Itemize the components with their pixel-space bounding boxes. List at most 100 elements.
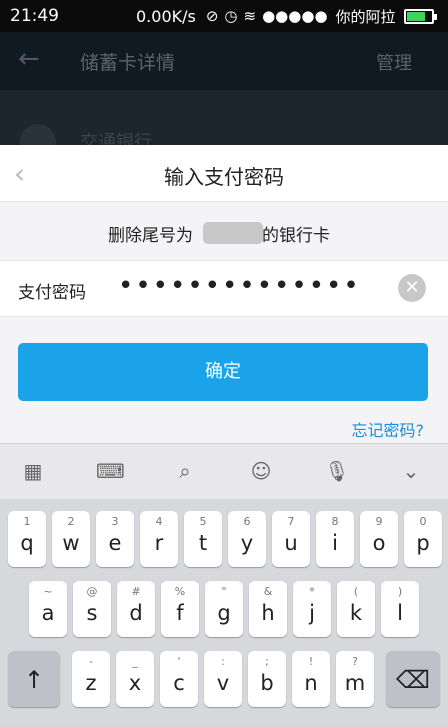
key-label: c — [173, 671, 185, 695]
key-label: m — [344, 671, 366, 695]
key-label: l — [397, 601, 403, 625]
key-secondary-label: 3 — [111, 515, 119, 528]
key-secondary-label: & — [263, 585, 273, 598]
key-b[interactable]: ; b — [248, 651, 286, 707]
masked-card-number — [203, 222, 263, 244]
key-secondary-label: " — [221, 585, 227, 598]
key-secondary-label: 7 — [287, 515, 295, 528]
key-label: p — [416, 531, 430, 555]
password-label: 支付密码 — [18, 283, 86, 303]
password-field[interactable]: 支付密码 •••••••••••••• ✕ — [0, 261, 448, 317]
key-f[interactable]: % f — [161, 581, 199, 637]
key-label: w — [62, 531, 80, 555]
key-u[interactable]: 7u — [272, 511, 310, 567]
status-bar: 21:49 0.00K/s ⊘ ◷ ≋ ●●●●● 你的阿拉 — [0, 0, 448, 32]
key-p[interactable]: 0p — [404, 511, 442, 567]
grid-icon[interactable]: ▦ — [20, 458, 46, 484]
key-secondary-label: @ — [86, 585, 98, 598]
key-label: q — [20, 531, 34, 555]
clear-icon[interactable]: ✕ — [398, 274, 426, 302]
key-label: u — [284, 531, 298, 555]
wifi-icon: ≋ — [243, 7, 257, 25]
key-label: ⌫ — [396, 666, 430, 694]
key-t[interactable]: 5t — [184, 511, 222, 567]
key-secondary-label: 2 — [67, 515, 75, 528]
key-secondary-label: 9 — [375, 515, 383, 528]
dialog-subtitle: 删除尾号为 的银行卡 — [0, 201, 448, 261]
key-label: f — [176, 601, 184, 625]
emoji-icon[interactable]: ☺ — [248, 458, 274, 484]
key-w[interactable]: 2w — [52, 511, 90, 567]
keyboard-icon[interactable]: ⌨ — [96, 458, 125, 484]
alarm-icon: ◷ — [224, 7, 238, 25]
key-l[interactable]: ) l — [381, 581, 419, 637]
key-secondary-label: ! — [308, 655, 314, 668]
key-e[interactable]: 3e — [96, 511, 134, 567]
manage-button[interactable]: 管理 — [376, 49, 412, 75]
app-header: ← 储蓄卡详情 管理 — [0, 32, 448, 90]
key-s[interactable]: @ s — [73, 581, 111, 637]
key-secondary-label: 0 — [419, 515, 427, 528]
key-secondary-label: : — [221, 655, 225, 668]
forgot-password-link[interactable]: 忘记密码? — [352, 417, 425, 441]
key-y[interactable]: 6y — [228, 511, 266, 567]
key-j[interactable]: * j — [293, 581, 331, 637]
carrier-name: 你的阿拉 — [335, 7, 396, 26]
key-label: i — [332, 531, 338, 555]
confirm-button[interactable]: 确定 — [18, 343, 428, 401]
key-r[interactable]: 4r — [140, 511, 178, 567]
key-z[interactable]: -z — [72, 651, 110, 707]
key-label: e — [108, 531, 122, 555]
network-speed: 0.00K/s — [136, 6, 196, 26]
microphone-icon[interactable]: 🎙 — [324, 458, 350, 484]
key-label: g — [217, 601, 231, 625]
key-secondary-label: ; — [265, 655, 269, 668]
key-i[interactable]: 8i — [316, 511, 354, 567]
key-secondary-label: - — [89, 655, 93, 668]
key-secondary-label: % — [174, 585, 186, 598]
key-secondary-label: ' — [177, 655, 181, 668]
key-label: z — [85, 671, 97, 695]
key-o[interactable]: 9o — [360, 511, 398, 567]
shift-key[interactable]: ↑ — [8, 651, 60, 707]
chevron-down-icon[interactable]: ⌄ — [398, 458, 424, 484]
key-c[interactable]: ' c — [160, 651, 198, 707]
key-label: o — [372, 531, 386, 555]
payment-password-dialog: ‹ 输入支付密码 删除尾号为 的银行卡 支付密码 •••••••••••••• … — [0, 145, 448, 443]
key-g[interactable]: " g — [205, 581, 243, 637]
key-v[interactable]: :v — [204, 651, 242, 707]
key-k[interactable]: (k — [337, 581, 375, 637]
key-label: k — [349, 601, 363, 625]
key-secondary-label: ) — [397, 585, 403, 598]
key-label: x — [128, 671, 142, 695]
key-secondary-label: 5 — [199, 515, 207, 528]
status-icons: ⊘ ◷ ≋ ●●●●● — [206, 7, 328, 25]
key-x[interactable]: _ x — [116, 651, 154, 707]
key-secondary-label: ( — [353, 585, 359, 598]
subtitle-prefix: 删除尾号为 — [108, 226, 193, 246]
key-q[interactable]: 1q — [8, 511, 46, 567]
key-label: h — [261, 601, 275, 625]
key-label: ↑ — [23, 666, 45, 694]
key-secondary-label: * — [309, 585, 315, 598]
key-secondary-label: 8 — [331, 515, 339, 528]
bank-card-area: 交通银行 — [0, 90, 448, 160]
key-secondary-label: 6 — [243, 515, 251, 528]
key-m[interactable]: ? m — [336, 651, 374, 707]
key-h[interactable]: & h — [249, 581, 287, 637]
key-secondary-label: ~ — [43, 585, 53, 598]
back-arrow-icon[interactable]: ← — [18, 44, 40, 74]
key-n[interactable]: ! n — [292, 651, 330, 707]
key-d[interactable]: # d — [117, 581, 155, 637]
key-secondary-label: # — [131, 585, 141, 598]
dialog-title: 输入支付密码 — [164, 165, 284, 189]
search-icon[interactable]: ⌕ — [172, 458, 198, 484]
key-label: y — [240, 531, 254, 555]
dialog-header: ‹ 输入支付密码 — [0, 145, 448, 201]
password-input[interactable]: •••••••••••••• — [118, 271, 361, 301]
key-secondary-label: ? — [352, 655, 358, 668]
key-label: n — [304, 671, 318, 695]
backspace-key[interactable]: ⌫ — [386, 651, 440, 707]
key-label: r — [154, 531, 164, 555]
key-a[interactable]: ~ a — [29, 581, 67, 637]
